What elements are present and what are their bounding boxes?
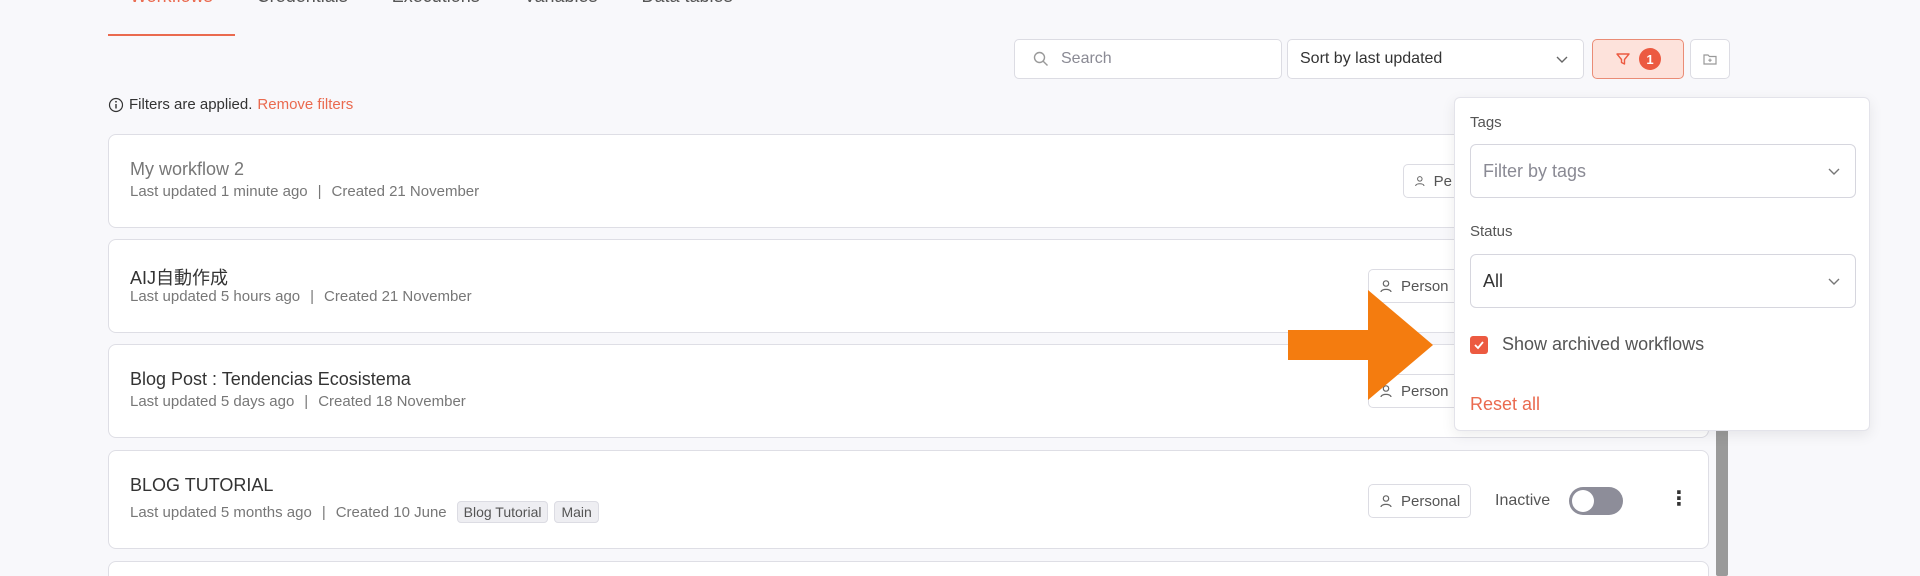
tag-chip[interactable]: Main — [554, 501, 599, 523]
filter-button[interactable]: 1 — [1592, 39, 1684, 79]
last-updated: Last updated 5 days ago — [130, 393, 295, 410]
tab-data-tables[interactable]: Data tables — [620, 0, 755, 22]
last-updated: Last updated 5 months ago — [130, 503, 312, 521]
chevron-down-icon — [1828, 168, 1840, 175]
created-date: Created 21 November — [331, 183, 480, 200]
filter-count-badge: 1 — [1639, 48, 1661, 70]
scrollbar[interactable] — [1716, 420, 1728, 576]
tag-chip[interactable]: Blog Tutorial — [456, 501, 549, 523]
created-date: Created 10 June — [335, 503, 447, 521]
last-updated: Last updated 1 minute ago — [130, 183, 308, 200]
workflow-meta: Last updated 5 hours ago | Created 21 No… — [130, 288, 472, 305]
status-value: All — [1483, 270, 1504, 291]
show-archived-option[interactable]: Show archived workflows — [1470, 334, 1704, 355]
created-date: Created 21 November — [324, 288, 472, 305]
arrow-annotation — [1288, 290, 1433, 400]
user-icon — [1380, 495, 1392, 508]
owner-label: Pe — [1433, 172, 1452, 190]
tags-filter-select[interactable]: Filter by tags — [1470, 144, 1856, 198]
filters-applied-text: Filters are applied. — [129, 96, 253, 113]
owner-label: Personal — [1401, 492, 1461, 510]
owner-badge[interactable]: Personal — [1368, 484, 1472, 518]
workflow-card[interactable]: BLOG TUTORIAL Last updated 5 months ago … — [108, 450, 1709, 549]
workflow-card[interactable] — [108, 561, 1709, 576]
folder-icon — [1703, 54, 1717, 65]
tags-label: Tags — [1470, 114, 1502, 131]
checkmark-icon — [1474, 340, 1484, 349]
chevron-down-icon — [1556, 56, 1568, 63]
meta-separator: | — [310, 288, 315, 305]
remove-filters-link[interactable]: Remove filters — [257, 96, 353, 113]
last-updated: Last updated 5 hours ago — [130, 288, 301, 305]
workflow-meta: Last updated 5 days ago | Created 18 Nov… — [130, 393, 466, 410]
workflow-meta: Last updated 5 months ago | Created 10 J… — [130, 501, 599, 523]
tab-variables[interactable]: Variables — [502, 0, 620, 22]
sort-select[interactable]: Sort by last updated — [1287, 39, 1584, 79]
meta-separator: | — [317, 183, 322, 200]
search-input[interactable] — [1061, 50, 1261, 68]
workflow-name[interactable]: Blog Post : Tendencias Ecosistema — [130, 369, 411, 390]
tab-executions[interactable]: Executions — [370, 0, 502, 22]
workflow-name[interactable]: My workflow 2 — [130, 159, 244, 180]
user-icon — [1415, 176, 1425, 187]
search-box[interactable] — [1014, 39, 1282, 79]
show-archived-checkbox[interactable] — [1470, 335, 1488, 354]
filter-panel: Tags Filter by tags Status All Show arch… — [1454, 97, 1870, 431]
workflow-name[interactable]: AIJ自動作成 — [130, 264, 228, 290]
meta-separator: | — [321, 503, 326, 521]
search-icon — [1033, 51, 1048, 66]
created-date: Created 18 November — [318, 393, 466, 410]
workflow-meta: Last updated 1 minute ago | Created 21 N… — [130, 183, 479, 200]
status-filter-select[interactable]: All — [1470, 254, 1856, 308]
workflow-name[interactable]: BLOG TUTORIAL — [130, 475, 273, 496]
reset-all-link[interactable]: Reset all — [1470, 394, 1540, 415]
tab-credentials[interactable]: Credentials — [235, 0, 370, 22]
filter-icon — [1616, 53, 1630, 65]
more-options-icon[interactable]: ⋮ — [1669, 489, 1689, 509]
filters-applied-note: Filters are applied. Remove filters — [108, 96, 353, 113]
show-archived-label: Show archived workflows — [1502, 334, 1705, 354]
tab-workflows[interactable]: Workflows — [108, 0, 235, 36]
new-folder-button[interactable] — [1690, 39, 1730, 79]
tags-placeholder: Filter by tags — [1483, 160, 1587, 181]
sort-label: Sort by last updated — [1300, 50, 1443, 67]
status-label: Status — [1470, 223, 1513, 240]
toggle-knob — [1572, 490, 1594, 512]
active-status-label: Inactive — [1495, 492, 1551, 509]
tab-bar: Workflows Credentials Executions Variabl… — [108, 0, 755, 36]
chevron-down-icon — [1828, 278, 1840, 285]
active-toggle[interactable] — [1569, 487, 1623, 515]
meta-separator: | — [304, 393, 309, 410]
info-icon — [108, 97, 124, 112]
